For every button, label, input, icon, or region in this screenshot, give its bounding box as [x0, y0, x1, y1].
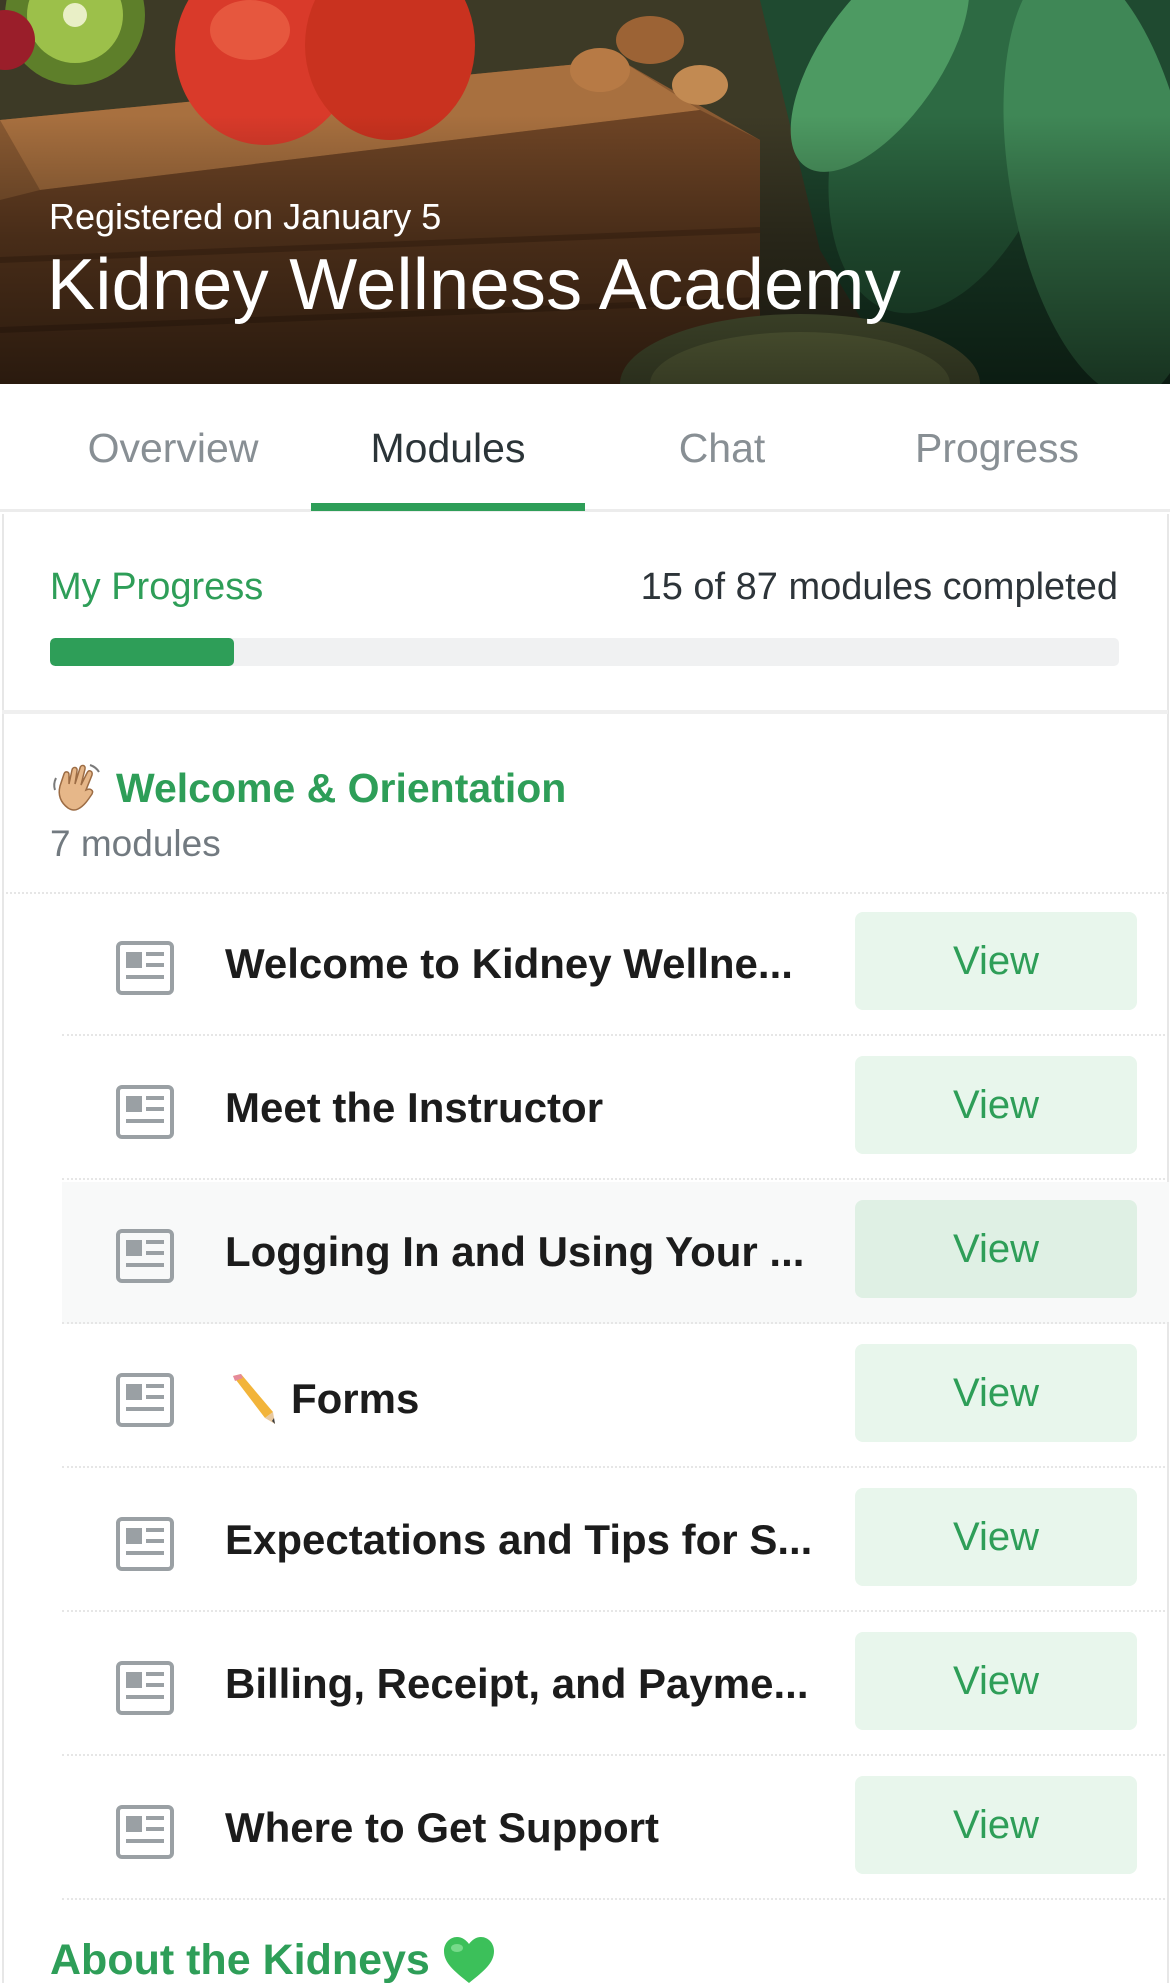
- waving-hand-icon: [53, 764, 100, 811]
- module-row[interactable]: Welcome to Kidney Wellne... View: [62, 894, 1169, 1036]
- module-row[interactable]: Expectations and Tips for S... View: [62, 1470, 1169, 1612]
- document-icon: [116, 941, 174, 995]
- pencil-icon: [233, 1374, 275, 1424]
- module-title-wrap: Forms: [225, 1372, 419, 1426]
- module-title: Meet the Instructor: [225, 1084, 604, 1131]
- document-icon: [116, 1805, 174, 1859]
- section-module-count: 7 modules: [50, 823, 221, 864]
- document-icon: [116, 1229, 174, 1283]
- registration-date: Registered on January 5: [49, 196, 442, 237]
- view-button[interactable]: View: [855, 1344, 1137, 1442]
- document-icon: [116, 1085, 174, 1139]
- progress-bar: [50, 638, 1119, 666]
- progress-label: My Progress: [50, 566, 264, 608]
- course-header-image: Registered on January 5 Kidney Wellness …: [0, 0, 1170, 384]
- progress-bar-fill: [50, 638, 235, 666]
- view-button[interactable]: View: [855, 1056, 1137, 1154]
- module-row[interactable]: Logging In and Using Your ... View: [62, 1182, 1169, 1324]
- module-title: Forms: [291, 1375, 420, 1422]
- tab-overview[interactable]: Overview: [36, 384, 310, 512]
- module-row[interactable]: Meet the Instructor View: [62, 1038, 1169, 1180]
- view-button[interactable]: View: [855, 1200, 1137, 1298]
- document-icon: [116, 1517, 174, 1571]
- divider: [2, 710, 1168, 714]
- view-button[interactable]: View: [855, 1488, 1137, 1586]
- view-button[interactable]: View: [855, 1776, 1137, 1874]
- view-button[interactable]: View: [855, 912, 1137, 1010]
- module-row[interactable]: Billing, Receipt, and Payme... View: [62, 1614, 1169, 1756]
- module-title: Logging In and Using Your ...: [225, 1228, 805, 1275]
- section-title: Welcome & Orientation: [116, 764, 567, 811]
- progress-summary: 15 of 87 modules completed: [640, 566, 1118, 608]
- tab-chat[interactable]: Chat: [585, 384, 859, 512]
- green-heart-icon: [443, 1937, 494, 1983]
- module-title: Billing, Receipt, and Payme...: [225, 1660, 809, 1707]
- document-icon: [116, 1661, 174, 1715]
- course-title: Kidney Wellness Academy: [47, 245, 901, 325]
- active-tab-indicator: [311, 503, 585, 511]
- module-row[interactable]: Where to Get Support View: [62, 1758, 1169, 1900]
- module-title: Where to Get Support: [225, 1804, 659, 1851]
- section-header-next[interactable]: About the Kidneys: [50, 1935, 496, 1983]
- document-icon: [116, 1373, 174, 1427]
- section-title: About the Kidneys: [50, 1935, 430, 1983]
- module-title: Expectations and Tips for S...: [225, 1516, 813, 1563]
- module-title: Welcome to Kidney Wellne...: [225, 940, 793, 987]
- tab-progress[interactable]: Progress: [860, 384, 1134, 512]
- module-row[interactable]: Forms View: [62, 1326, 1169, 1468]
- tab-bar: Overview Modules Chat Progress: [0, 384, 1170, 512]
- section-header[interactable]: Welcome & Orientation: [50, 760, 566, 816]
- view-button[interactable]: View: [855, 1632, 1137, 1730]
- tab-modules[interactable]: Modules: [311, 384, 585, 512]
